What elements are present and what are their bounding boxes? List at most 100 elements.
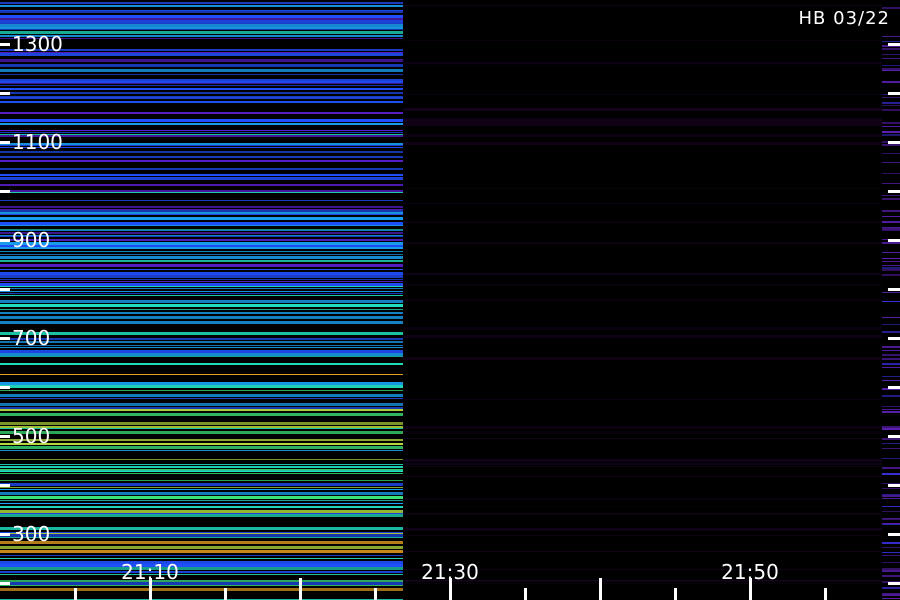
spectral-line xyxy=(0,394,403,396)
spectral-line xyxy=(0,210,403,212)
strip-line xyxy=(882,162,900,163)
faint-line xyxy=(403,299,882,301)
strip-line xyxy=(882,438,900,440)
spectral-line xyxy=(0,374,403,375)
strip-line xyxy=(882,358,900,360)
strip-line xyxy=(882,458,900,459)
spectral-line xyxy=(0,283,403,286)
strip-line xyxy=(882,518,900,519)
spectral-line xyxy=(0,459,403,460)
spectral-line xyxy=(0,571,403,573)
strip-line xyxy=(882,367,900,368)
spectral-line xyxy=(0,256,403,259)
strip-line xyxy=(882,506,900,507)
spectral-line xyxy=(0,309,403,310)
spectral-line xyxy=(0,471,403,472)
strip-line xyxy=(882,483,900,484)
strip-line xyxy=(882,102,900,104)
strip-line xyxy=(882,568,900,570)
strip-line xyxy=(882,570,900,572)
y-tick-label: 300 xyxy=(12,522,50,546)
spectral-line xyxy=(0,2,403,4)
strip-line xyxy=(882,354,900,356)
x-tick-label: 21:10 xyxy=(121,560,179,584)
strip-line xyxy=(882,301,900,302)
strip-line xyxy=(882,54,900,55)
spectral-line xyxy=(0,503,403,504)
spectral-line xyxy=(0,321,403,324)
strip-line xyxy=(882,324,900,325)
spectral-line xyxy=(0,534,403,537)
spectral-line xyxy=(0,247,403,249)
spectral-line xyxy=(0,513,403,514)
chart-title: HB 03/22 xyxy=(799,8,890,29)
spectral-line xyxy=(0,230,403,231)
faint-line xyxy=(403,284,882,286)
faint-line xyxy=(403,134,882,137)
strip-line xyxy=(882,173,900,174)
strip-line xyxy=(882,258,900,259)
y-tick-left xyxy=(0,337,10,340)
strip-line xyxy=(882,48,900,50)
strip-line xyxy=(882,131,900,133)
strip-line xyxy=(882,495,900,497)
spectral-line xyxy=(0,390,403,391)
faint-line xyxy=(403,203,882,204)
y-tick-right xyxy=(888,92,900,95)
spectral-line xyxy=(0,192,403,193)
spectral-line xyxy=(0,514,403,517)
y-tick-right xyxy=(888,337,900,340)
y-tick-left xyxy=(0,190,10,193)
spectral-line xyxy=(0,564,403,567)
spectral-line xyxy=(0,112,403,114)
faint-line xyxy=(403,5,882,6)
strip-line xyxy=(882,411,900,413)
spectral-line xyxy=(0,493,403,495)
x-tick-minor xyxy=(224,588,227,600)
strip-line xyxy=(882,109,900,111)
spectral-line xyxy=(0,382,403,385)
strip-line xyxy=(882,265,900,266)
strip-line xyxy=(882,65,900,66)
spectral-line xyxy=(0,81,403,83)
y-tick-left xyxy=(0,288,10,291)
spectral-line xyxy=(0,27,403,29)
y-tick-right xyxy=(888,141,900,144)
spectral-line xyxy=(0,470,403,471)
strip-line xyxy=(882,428,900,430)
spectral-line xyxy=(0,18,403,20)
spectral-line xyxy=(0,279,403,280)
faint-line xyxy=(403,426,882,429)
spectral-line xyxy=(0,209,403,210)
faint-line xyxy=(403,431,882,434)
strip-line xyxy=(882,274,900,276)
spectrogram-plot: 1300 1100 900 700 500 300 21:10 21:30 21… xyxy=(0,0,900,600)
strip-line xyxy=(882,594,900,596)
strip-line xyxy=(882,216,900,217)
spectral-line xyxy=(0,286,403,287)
spectral-line xyxy=(0,160,403,162)
spectral-line xyxy=(0,439,403,441)
spectral-line xyxy=(0,532,403,533)
x-tick-major xyxy=(599,578,602,600)
spectral-line xyxy=(0,64,403,67)
spectral-line xyxy=(0,264,403,267)
spectral-line xyxy=(0,510,403,513)
faint-line xyxy=(403,459,882,462)
y-tick-left xyxy=(0,435,10,438)
spectral-line xyxy=(0,85,403,86)
strip-line xyxy=(882,426,900,428)
spectral-line xyxy=(0,272,403,275)
spectral-line xyxy=(0,11,403,13)
spectral-line xyxy=(0,409,403,411)
spectral-line xyxy=(0,260,403,262)
spectral-line xyxy=(0,533,403,534)
spectral-line xyxy=(0,580,403,582)
faint-line xyxy=(403,438,882,439)
y-tick-left xyxy=(0,386,10,389)
spectral-line xyxy=(0,555,403,556)
strip-line xyxy=(882,547,900,548)
strip-line xyxy=(882,230,900,231)
strip-line xyxy=(882,406,900,407)
spectrogram-display: 1300 1100 900 700 500 300 21:10 21:30 21… xyxy=(0,0,900,600)
